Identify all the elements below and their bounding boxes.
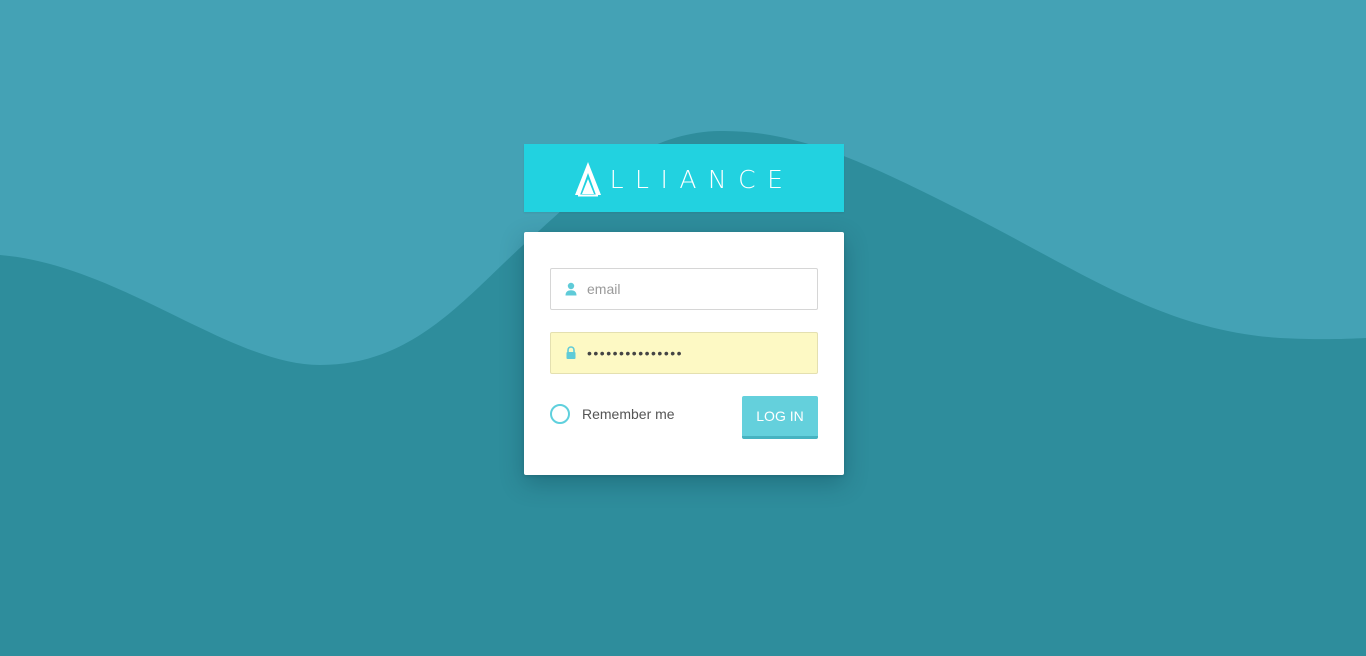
- lock-icon: [565, 346, 577, 360]
- login-button[interactable]: LOG IN: [742, 396, 818, 439]
- password-field[interactable]: [550, 332, 818, 374]
- login-card: Remember me LOG IN: [524, 232, 844, 475]
- brand-name: LLIANCE: [609, 164, 795, 194]
- login-page: LLIANCE Remember me: [0, 0, 1366, 656]
- email-field[interactable]: [550, 268, 818, 310]
- remember-me-radio[interactable]: [550, 404, 570, 424]
- brand-header: LLIANCE: [524, 144, 844, 212]
- remember-me-option[interactable]: Remember me: [550, 404, 675, 424]
- password-input[interactable]: [587, 345, 807, 361]
- alliance-a-icon: [574, 162, 601, 197]
- remember-me-label: Remember me: [582, 406, 675, 422]
- email-input[interactable]: [587, 281, 807, 297]
- user-icon: [565, 282, 577, 296]
